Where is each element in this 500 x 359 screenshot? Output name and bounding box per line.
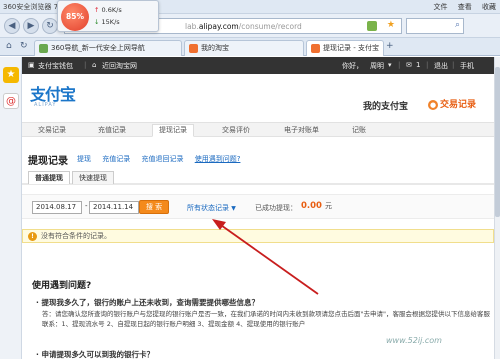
favorites-star-icon[interactable]: ★ <box>3 67 19 83</box>
home-icon[interactable]: ⌂ <box>6 41 12 51</box>
tab-my-taobao[interactable]: 我的淘宝 <box>184 40 304 56</box>
tab-favicon-icon <box>189 44 198 53</box>
nav-transaction-records[interactable]: 交易记录 <box>32 125 72 138</box>
message-icon[interactable]: ✉ <box>406 61 412 69</box>
chevron-down-icon: ▼ <box>231 205 236 212</box>
reload-icon[interactable]: ↻ <box>20 41 28 51</box>
withdraw-type-tabs: 普通提现 快速提现 <box>22 171 494 185</box>
refresh-icon[interactable]: ↻ <box>42 18 58 34</box>
menu-view[interactable]: 查看 <box>458 3 472 11</box>
withdraw-link[interactable]: 提现 <box>77 155 91 163</box>
username-link[interactable]: 周明 <box>370 61 384 71</box>
wallet-icon: ▣ <box>28 61 35 69</box>
page-title: 提现记录 <box>28 156 68 167</box>
new-tab-icon[interactable]: + <box>386 41 394 51</box>
help-section-title: 使用遇到问题? <box>32 281 92 291</box>
logout-link[interactable]: 退出 <box>434 61 448 71</box>
date-separator: - <box>85 202 88 210</box>
watermark: www.52ij.com <box>386 336 442 345</box>
recharge-refund-link[interactable]: 充值退回记录 <box>141 155 183 163</box>
status-filter-dropdown[interactable]: 所有状态记录 ▼ <box>187 203 236 213</box>
main-nav: 交易记录 充值记录 提现记录 交易评价 电子对账单 记账 <box>22 122 494 137</box>
mobile-link[interactable]: 手机 <box>460 61 474 71</box>
tab-fast-withdraw[interactable]: 快速提现 <box>72 171 114 184</box>
sub-links: 提现 充值记录 充值退回记录 使用遇到问题? <box>77 154 249 164</box>
nav-e-statement[interactable]: 电子对账单 <box>278 125 325 138</box>
help-link[interactable]: 使用遇到问题? <box>195 155 241 163</box>
tab-label: 360导航_新一代安全上网导航 <box>51 44 145 52</box>
tab-label: 提现记录 - 支付宝 <box>323 44 379 52</box>
tab-360-nav[interactable]: 360导航_新一代安全上网导航 <box>34 40 182 56</box>
menu-file[interactable]: 文件 <box>434 3 448 11</box>
date-from-input[interactable]: 2014.08.17 <box>32 201 82 214</box>
tab-favicon-icon <box>39 44 48 53</box>
nav-recharge-records[interactable]: 充值记录 <box>92 125 132 138</box>
records-badge-icon: ● <box>428 100 438 110</box>
network-speed-widget[interactable]: 85% ↑ 0.6K/s ↓ 15K/s <box>57 0 159 32</box>
tab-label: 我的淘宝 <box>201 44 229 52</box>
secure-shield-icon <box>367 21 377 31</box>
filter-bar: 2014.08.17 - 2014.11.14 搜 索 所有状态记录 ▼ 已成功… <box>22 194 494 219</box>
scrollbar-thumb[interactable] <box>495 67 500 217</box>
back-taobao-link[interactable]: 近回淘宝网 <box>102 61 137 71</box>
my-alipay-link[interactable]: 我的支付宝 <box>363 99 408 112</box>
site-top-bar: ▣ 支付宝钱包 | ⌂ 近回淘宝网 你好， 周明 ▾ | ✉ 1 | 退出 | … <box>22 57 494 74</box>
menu-favorites[interactable]: 收藏 <box>482 3 496 11</box>
tab-normal-withdraw[interactable]: 普通提现 <box>28 171 70 184</box>
browser-menus: 文件 查看 收藏 <box>426 2 496 12</box>
browser-sidebar: ★ @ <box>0 57 22 359</box>
tab-bar: ⌂ ↻ 360导航_新一代安全上网导航 我的淘宝 提现记录 - 支付宝 + <box>0 38 500 56</box>
nav-withdraw-records[interactable]: 提现记录 <box>152 124 194 137</box>
success-amount-label: 已成功提现： <box>255 204 297 212</box>
search-icon[interactable]: ⌕ <box>455 20 460 30</box>
no-records-notice: ! 没有符合条件的记录。 <box>22 229 494 243</box>
date-to-input[interactable]: 2014.11.14 <box>89 201 139 214</box>
logo-subtext: ALIPAY <box>34 102 57 108</box>
recharge-records-link[interactable]: 充值记录 <box>102 155 130 163</box>
back-icon[interactable]: ◀ <box>4 18 20 34</box>
alipay-logo[interactable]: 支付宝 ALIPAY <box>30 81 78 111</box>
download-speed: ↓ 15K/s <box>94 18 120 26</box>
nav-transaction-reviews[interactable]: 交易评价 <box>216 125 256 138</box>
weibo-icon[interactable]: @ <box>3 93 19 109</box>
notice-text: 没有符合条件的记录。 <box>41 232 111 240</box>
tab-favicon-icon <box>311 44 320 53</box>
message-count[interactable]: 1 <box>416 61 420 69</box>
forward-icon[interactable]: ▶ <box>23 18 39 34</box>
help-question-1: · 提现我多久了，银行的账户上还未收到，查询需要提供哪些信息？ <box>36 298 259 307</box>
nav-bookkeeping[interactable]: 记账 <box>346 125 372 138</box>
page-scrollbar[interactable] <box>494 57 500 359</box>
greeting: 你好， <box>342 62 363 70</box>
success-amount-value: 0.00 元 <box>301 201 332 211</box>
transaction-records-link[interactable]: ● 交易记录 <box>428 97 476 110</box>
house-icon: ⌂ <box>92 61 97 69</box>
browser-search-input[interactable]: ⌕ <box>406 18 464 34</box>
wallet-link[interactable]: 支付宝钱包 <box>38 61 73 71</box>
tab-withdraw-records[interactable]: 提现记录 - 支付宝 <box>306 40 384 56</box>
url-text: lab.alipay.com/consume/record <box>185 22 302 31</box>
favorite-star-icon[interactable]: ★ <box>387 20 395 30</box>
speed-percent-ball[interactable]: 85% <box>61 3 89 31</box>
web-page: ▣ 支付宝钱包 | ⌂ 近回淘宝网 你好， 周明 ▾ | ✉ 1 | 退出 | … <box>22 57 494 359</box>
info-icon: ! <box>28 232 37 241</box>
browser-title: 360安全浏览器 7.1 <box>3 3 65 11</box>
help-answer-1: 答：请您确认您所查询的银行账户与您提现的银行账户是否一致，在我们承诺的时间内未收… <box>42 310 490 328</box>
search-button[interactable]: 搜 索 <box>139 200 169 214</box>
upload-speed: ↑ 0.6K/s <box>94 6 122 14</box>
user-dropdown-icon[interactable]: ▾ <box>388 61 392 69</box>
help-question-2: · 申请提现多久可以到我的银行卡？ <box>36 350 154 359</box>
